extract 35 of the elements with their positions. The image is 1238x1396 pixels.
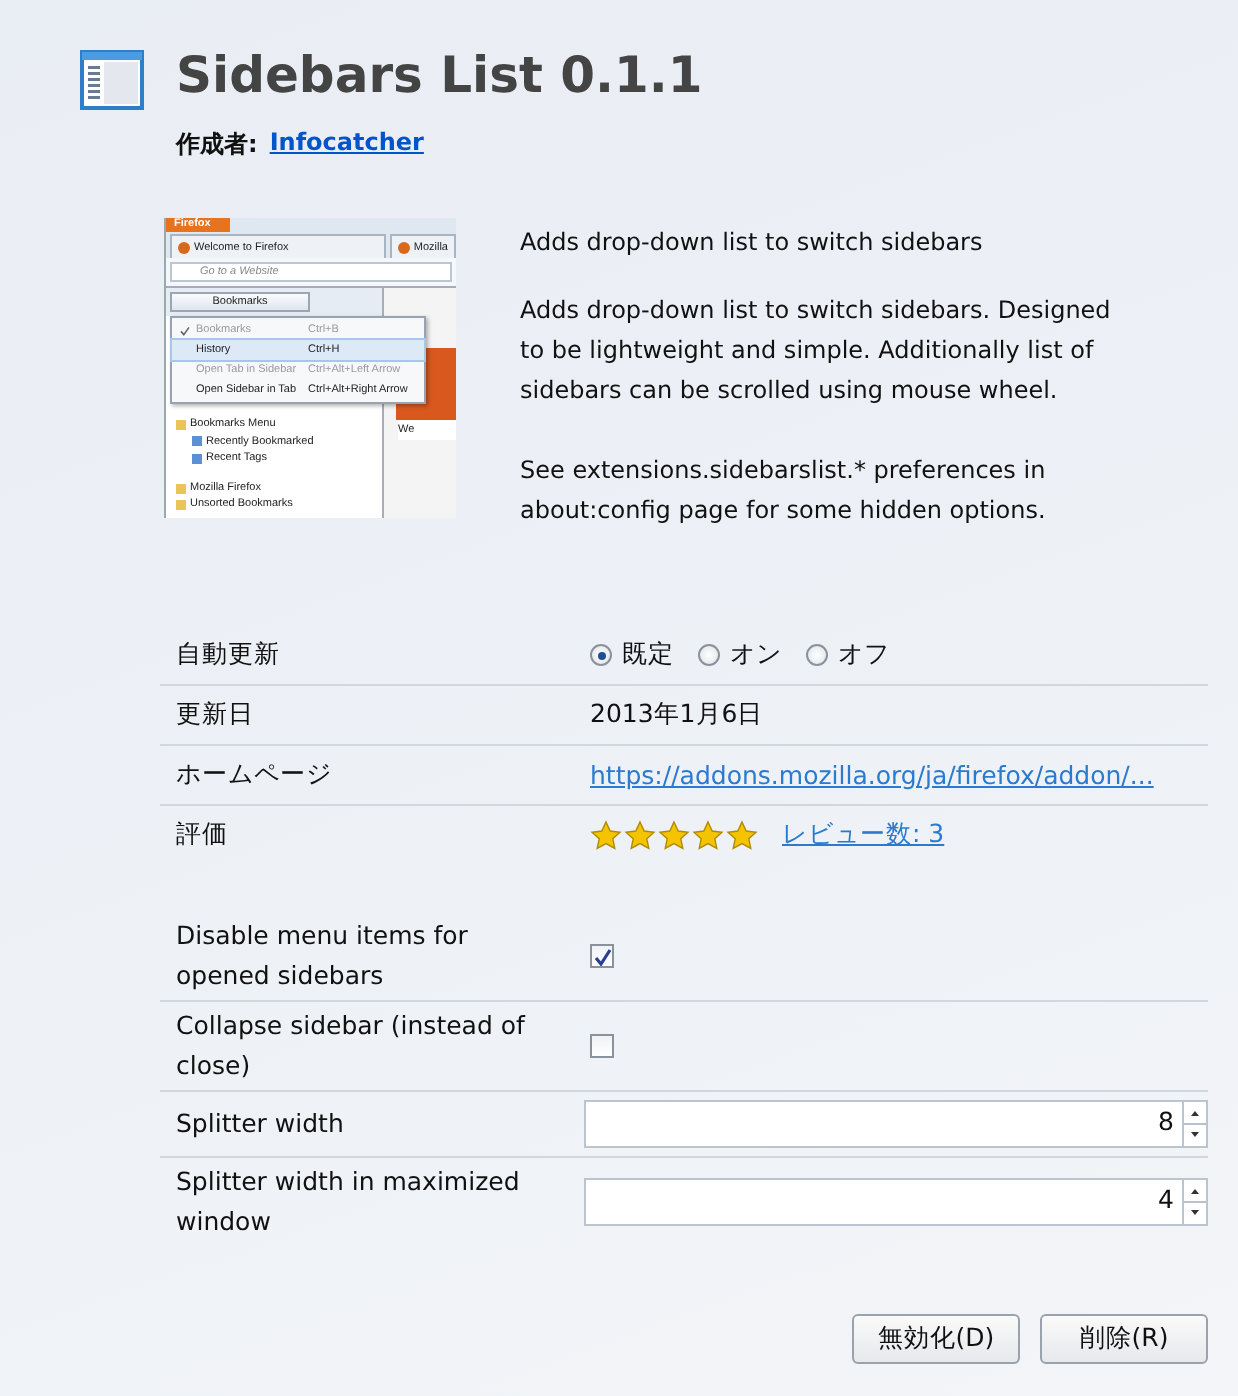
number-field[interactable]: 8 xyxy=(584,1100,1208,1148)
preference-label: Collapse sidebar (instead of close) xyxy=(176,1008,528,1084)
preference-label: Splitter width xyxy=(176,1106,346,1142)
detail-label: 更新日 xyxy=(176,698,256,732)
addon-title: Sidebars List 0.1.1 xyxy=(176,44,703,108)
number-field[interactable]: 4 xyxy=(584,1178,1208,1226)
radio-button[interactable] xyxy=(698,644,720,666)
author-link[interactable]: Infocatcher xyxy=(269,128,424,162)
author-label: 作成者: xyxy=(176,128,258,162)
radio-label[interactable]: 既定 xyxy=(622,638,674,672)
detail-label: 自動更新 xyxy=(176,638,282,672)
star-icon xyxy=(590,819,622,851)
star-icon xyxy=(624,819,656,851)
checkbox[interactable] xyxy=(590,944,614,968)
sidebar-window-icon xyxy=(80,50,144,110)
radio-label[interactable]: オフ xyxy=(838,638,890,672)
addon-summary: Adds drop-down list to switch sidebars xyxy=(520,226,985,260)
homepage-link[interactable]: https://addons.mozilla.org/ja/firefox/addon/... xyxy=(590,760,1154,790)
preference-label: Disable menu items for opened sidebars xyxy=(176,918,470,994)
action-button[interactable]: 削除(R) xyxy=(1040,1314,1208,1364)
radio-label[interactable]: オン xyxy=(730,638,782,672)
preference-label: Splitter width in maximized window xyxy=(176,1164,522,1240)
detail-label: ホームページ xyxy=(176,758,334,792)
description-paragraph: See extensions.sidebarslist.* preferences in about:config page for some hidden options. xyxy=(520,454,1048,528)
reviews-link[interactable]: レビュー数: 3 xyxy=(782,818,945,852)
star-icon xyxy=(726,819,758,851)
update-date: 2013年1月6日 xyxy=(590,698,764,732)
star-icon xyxy=(692,819,724,851)
star-icon xyxy=(658,819,690,851)
description-paragraph: Adds drop-down list to switch sidebars. Designed to be lightweight and simple. Additionally list of sidebars can be scrolled using mouse wheel. xyxy=(520,294,1113,408)
radio-button[interactable] xyxy=(590,644,612,666)
action-button[interactable]: 無効化(D) xyxy=(852,1314,1020,1364)
detail-label: 評価 xyxy=(176,818,230,852)
checkbox[interactable] xyxy=(590,1034,614,1058)
radio-button[interactable] xyxy=(806,644,828,666)
